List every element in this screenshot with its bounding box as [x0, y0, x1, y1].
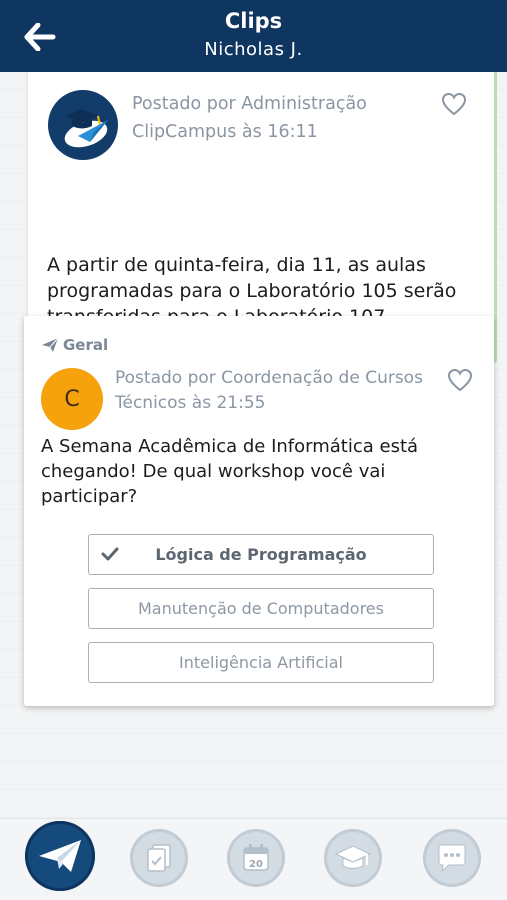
- tab-clips[interactable]: [25, 821, 95, 891]
- like-button[interactable]: [447, 368, 473, 392]
- heart-icon: [441, 92, 467, 116]
- tab-calendar[interactable]: 20: [227, 829, 285, 887]
- calendar-icon: 20: [243, 844, 269, 871]
- post-card: Geral C Postado por Coordenação de Curso…: [24, 316, 494, 706]
- bottom-tab-bar: 20: [0, 818, 507, 900]
- post-author-line2: Técnicos às 21:55: [115, 393, 266, 413]
- poll-option-logica[interactable]: Lógica de Programação: [88, 534, 434, 575]
- chat-icon: [438, 844, 466, 873]
- documents-icon: [147, 844, 171, 872]
- page-title: Clips: [224, 9, 283, 33]
- avatar: C: [41, 368, 103, 430]
- heart-icon: [447, 368, 473, 392]
- app-header: Clips Nicholas J.: [0, 0, 507, 72]
- post-body: A Semana Acadêmica de Informática está c…: [41, 436, 419, 507]
- graduation-cap-icon: [334, 845, 372, 869]
- paper-plane-icon: [39, 840, 81, 872]
- tab-documents[interactable]: [130, 829, 188, 887]
- poll-option-ia[interactable]: Inteligência Artificial: [88, 642, 434, 683]
- post-author: Postado por Administração ClipCampus às …: [132, 90, 422, 146]
- poll-option-label: Lógica de Programação: [155, 545, 367, 564]
- category-label: Geral: [63, 336, 109, 354]
- clips-feed[interactable]: Postado por Administração ClipCampus às …: [0, 72, 507, 818]
- like-button[interactable]: [441, 92, 467, 116]
- post-category: Geral: [41, 336, 108, 354]
- user-name: Nicholas J.: [204, 39, 303, 60]
- post-author-line2: ClipCampus às 16:11: [132, 122, 318, 142]
- poll-option-manutencao[interactable]: Manutenção de Computadores: [88, 588, 434, 629]
- poll-option-label: Manutenção de Computadores: [138, 599, 384, 618]
- paper-plane-icon: [42, 337, 59, 352]
- clipcampus-logo-avatar: [48, 90, 118, 160]
- tab-chat[interactable]: [423, 829, 481, 887]
- tab-courses[interactable]: [324, 829, 382, 887]
- calendar-day: 20: [249, 859, 263, 870]
- poll-option-label: Inteligência Artificial: [179, 653, 343, 672]
- post-author-line1: Postado por Administração: [132, 94, 367, 114]
- post-author-line1: Postado por Coordenação de Cursos: [115, 368, 423, 388]
- post-author: Postado por Coordenação de Cursos Técnic…: [115, 366, 435, 416]
- checkmark-icon: [101, 547, 119, 561]
